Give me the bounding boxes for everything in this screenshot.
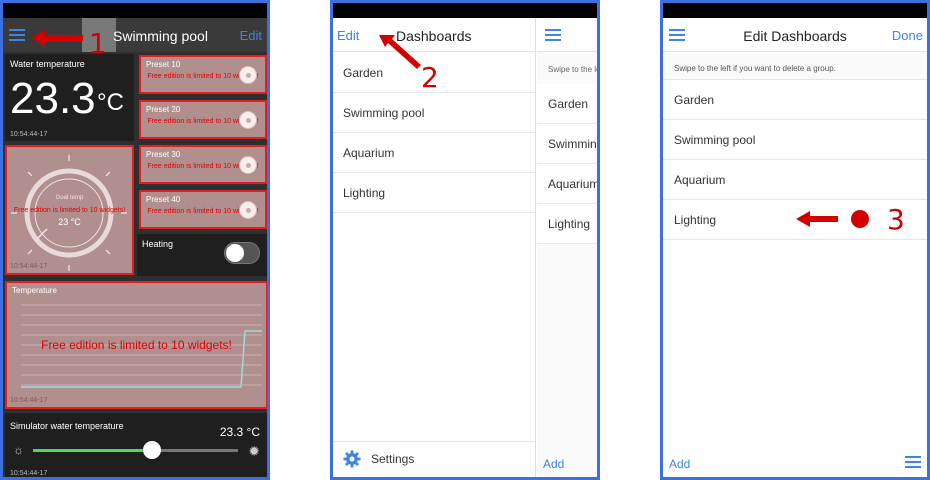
preset-label: Preset 30 xyxy=(146,150,181,159)
preset-30-tile[interactable]: Preset 30 Free edition is limited to 10 … xyxy=(139,145,267,184)
preset-button-icon[interactable] xyxy=(239,66,257,84)
menu-icon[interactable] xyxy=(545,29,561,41)
timestamp: 10:54:44-17 xyxy=(10,397,48,404)
temperature-chart-tile[interactable]: Temperature Free edition is limited to 1… xyxy=(5,281,267,409)
swipe-hint: Swipe to the left if you want to delete … xyxy=(548,65,597,74)
add-button[interactable]: Add xyxy=(543,457,564,471)
swipe-hint: Swipe to the left if you want to delete … xyxy=(663,52,927,80)
heating-tile: Heating xyxy=(137,234,267,276)
done-button[interactable]: Done xyxy=(892,28,923,43)
dashboard-item-garden[interactable]: Garden xyxy=(663,80,927,120)
slider-fill xyxy=(33,449,152,452)
status-bar xyxy=(663,3,927,18)
settings-item[interactable]: Settings xyxy=(333,441,535,477)
temperature-value: 23.3 xyxy=(10,74,96,123)
timestamp: 10:54:44-17 xyxy=(10,131,48,138)
heating-toggle[interactable] xyxy=(224,242,260,264)
page-title: Swimming pool xyxy=(113,28,208,44)
preset-label: Preset 40 xyxy=(146,195,181,204)
timestamp: 10:54:44-17 xyxy=(10,470,48,477)
add-button[interactable]: Add xyxy=(669,457,690,471)
preset-button-icon[interactable] xyxy=(239,201,257,219)
edit-dashboards-peek: Swipe to the left if you want to delete … xyxy=(537,18,597,477)
list-item[interactable]: Lighting xyxy=(537,204,597,244)
simulator-tile: Simulator water temperature 23.3 °C ☼ ✹ … xyxy=(5,413,267,477)
dashboard-item-swimming-pool[interactable]: Swimming pool xyxy=(333,93,535,133)
dial-value: 23 °C xyxy=(58,217,81,227)
list-item[interactable]: Garden xyxy=(537,84,597,124)
tile-label: Water temperature xyxy=(10,59,85,69)
annotation-number-2: 2 xyxy=(421,61,439,94)
gear-icon xyxy=(343,450,361,468)
preset-button-icon[interactable] xyxy=(239,111,257,129)
goal-temperature-dial-tile[interactable]: Goal temp Free edition is limited to 10 … xyxy=(5,145,134,275)
annotation-arrow-1 xyxy=(31,30,83,46)
peek-app-bar xyxy=(537,18,597,52)
reorder-icon[interactable] xyxy=(905,456,921,468)
preset-10-tile[interactable]: Preset 10 Free edition is limited to 10 … xyxy=(139,55,267,94)
preset-40-tile[interactable]: Preset 40 Free edition is limited to 10 … xyxy=(139,190,267,229)
dashboard-item-aquarium[interactable]: Aquarium xyxy=(333,133,535,173)
dashboard-item-swimming-pool[interactable]: Swimming pool xyxy=(663,120,927,160)
preset-label: Preset 20 xyxy=(146,105,181,114)
swimming-pool-screen: Swimming pool Edit Water temperature 23.… xyxy=(0,0,270,480)
status-bar xyxy=(3,3,267,18)
annotation-arrow-3 xyxy=(796,210,869,228)
slider-track[interactable] xyxy=(33,441,238,459)
tile-label: Heating xyxy=(142,239,174,249)
free-edition-message: Free edition is limited to 10 widgets! xyxy=(41,338,232,352)
menu-icon[interactable] xyxy=(9,29,25,41)
simulator-value: 23.3 °C xyxy=(219,425,260,439)
timestamp: 10:54:44-17 xyxy=(10,263,48,270)
temperature-unit: °C xyxy=(97,89,124,116)
edit-button[interactable]: Edit xyxy=(337,28,359,43)
list-item[interactable]: Swimming pool xyxy=(537,124,597,164)
dashboard-item-aquarium[interactable]: Aquarium xyxy=(663,160,927,200)
dial-sublabel: Goal temp xyxy=(55,195,84,201)
preset-20-tile[interactable]: Preset 20 Free edition is limited to 10 … xyxy=(139,100,267,139)
list-item[interactable]: Aquarium xyxy=(537,164,597,204)
free-edition-message: Free edition is limited to 10 widgets! xyxy=(13,207,126,214)
annotation-number-1: 1 xyxy=(89,27,107,60)
app-bar: Edit Dashboards Done xyxy=(663,18,927,52)
page-title: Edit Dashboards xyxy=(743,28,847,44)
status-bar xyxy=(333,3,597,18)
drawer-header: Edit Dashboards xyxy=(333,18,536,52)
settings-label: Settings xyxy=(371,452,415,466)
sun-large-icon: ✹ xyxy=(248,443,260,459)
preset-button-icon[interactable] xyxy=(239,156,257,174)
preset-label: Preset 10 xyxy=(146,60,181,69)
dashboards-drawer-screen: Swipe to the left if you want to delete … xyxy=(330,0,600,480)
sun-small-icon: ☼ xyxy=(13,443,24,457)
annotation-number-3: 3 xyxy=(887,203,905,236)
dashboard-item-lighting[interactable]: Lighting xyxy=(333,173,535,213)
slider-thumb[interactable] xyxy=(142,441,161,459)
tile-label: Simulator water temperature xyxy=(10,421,124,431)
edit-button[interactable]: Edit xyxy=(240,28,262,43)
water-temperature-tile: Water temperature 23.3 °C 10:54:44-17 xyxy=(5,54,134,141)
edit-dashboards-screen: Edit Dashboards Done Swipe to the left i… xyxy=(660,0,930,480)
